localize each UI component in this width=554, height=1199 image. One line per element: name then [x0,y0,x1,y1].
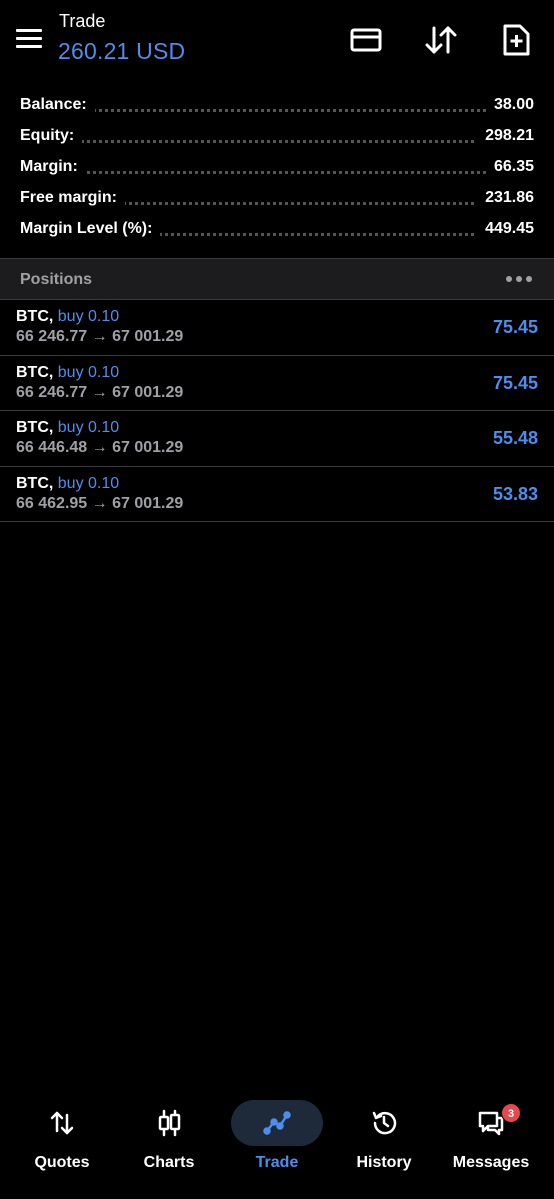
positions-list: BTC, buy 0.10 66 246.77 → 67 001.29 75.4… [0,300,554,522]
position-profit: 55.48 [492,428,538,448]
account-summary: Balance: 38.00 Equity: 298.21 Margin: 66… [0,90,554,245]
nav-item-charts[interactable]: Charts [115,1100,223,1186]
position-title: BTC, buy 0.10 [16,308,119,326]
summary-value: 38.00 [485,96,534,114]
position-prices: 66 446.48 → 67 001.29 [16,439,184,456]
position-title: BTC, buy 0.10 [16,364,119,382]
position-side: buy 0.10 [57,419,120,436]
nav-label: Trade [255,1154,299,1171]
quotes-icon [50,1111,74,1135]
menu-icon[interactable] [14,26,44,50]
account-value: 260.21 USD [58,38,186,64]
nav-item-trade[interactable]: Trade [223,1100,331,1186]
more-options-icon[interactable] [506,271,532,285]
summary-label: Free margin: [20,189,125,207]
nav-item-quotes[interactable]: Quotes [8,1100,116,1186]
position-symbol: BTC, [16,308,54,325]
nav-icon-container [338,1100,430,1146]
charts-icon [158,1109,181,1137]
summary-value: 231.86 [477,189,534,207]
position-profit: 75.45 [492,317,538,337]
dotted-leader [20,109,534,112]
nav-label: Charts [143,1154,195,1171]
nav-icon-container [231,1100,323,1146]
dotted-leader [20,171,534,174]
bottom-navigation: Quotes Charts Trade History 3 Messages [0,1090,554,1199]
summary-value: 298.21 [477,127,534,145]
position-profit: 75.45 [492,372,538,393]
nav-label: Quotes [34,1154,90,1171]
position-symbol: BTC, [16,419,54,436]
summary-value: 449.45 [477,220,534,238]
nav-icon-container [123,1100,215,1146]
position-side: buy 0.10 [57,363,120,381]
app-header: Trade 260.21 USD [0,0,554,86]
card-icon[interactable] [348,22,384,58]
position-row[interactable]: BTC, buy 0.10 66 446.48 → 67 001.29 55.4… [0,411,554,467]
position-symbol: BTC, [16,474,54,492]
position-row[interactable]: BTC, buy 0.10 66 246.77 → 67 001.29 75.4… [0,300,554,356]
nav-icon-container [16,1100,108,1146]
positions-header: Positions [0,258,554,300]
position-row[interactable]: BTC, buy 0.10 66 462.95 → 67 001.29 53.8… [0,467,554,522]
summary-row-margin: Margin: 66.35 [0,152,554,183]
summary-label: Margin Level (%): [20,220,161,238]
position-side: buy 0.10 [57,308,120,325]
trade-icon [263,1111,291,1135]
summary-row-balance: Balance: 38.00 [0,90,554,121]
nav-item-history[interactable]: History [330,1100,438,1186]
trade-screen: Trade 260.21 USD Balance: 38.00 Equity: … [0,0,554,1199]
page-title: Trade [59,11,106,31]
summary-label: Balance: [20,96,95,114]
notification-badge: 3 [501,1103,521,1123]
position-row[interactable]: BTC, buy 0.10 66 246.77 → 67 001.29 75.4… [0,356,554,411]
nav-icon-container: 3 [445,1100,537,1146]
position-side: buy 0.10 [57,474,120,492]
new-order-icon[interactable] [498,22,534,58]
nav-label: History [356,1154,412,1171]
history-icon [372,1111,397,1135]
summary-label: Equity: [20,127,83,145]
position-symbol: BTC, [16,363,54,381]
nav-item-messages[interactable]: 3 Messages [437,1100,545,1186]
dotted-leader [20,140,534,143]
summary-value: 66.35 [485,158,534,176]
nav-label: Messages [452,1154,530,1171]
position-title: BTC, buy 0.10 [16,475,119,493]
summary-row-margin-level: Margin Level (%): 449.45 [0,214,554,245]
position-title: BTC, buy 0.10 [16,419,119,437]
position-profit: 53.83 [492,483,538,504]
position-prices: 66 246.77 → 67 001.29 [16,328,184,345]
positions-title: Positions [20,271,93,288]
position-prices: 66 246.77 → 67 001.29 [16,383,184,401]
summary-row-free-margin: Free margin: 231.86 [0,183,554,214]
summary-label: Margin: [20,158,86,176]
position-prices: 66 462.95 → 67 001.29 [16,494,184,512]
sort-icon[interactable] [423,22,459,58]
summary-row-equity: Equity: 298.21 [0,121,554,152]
